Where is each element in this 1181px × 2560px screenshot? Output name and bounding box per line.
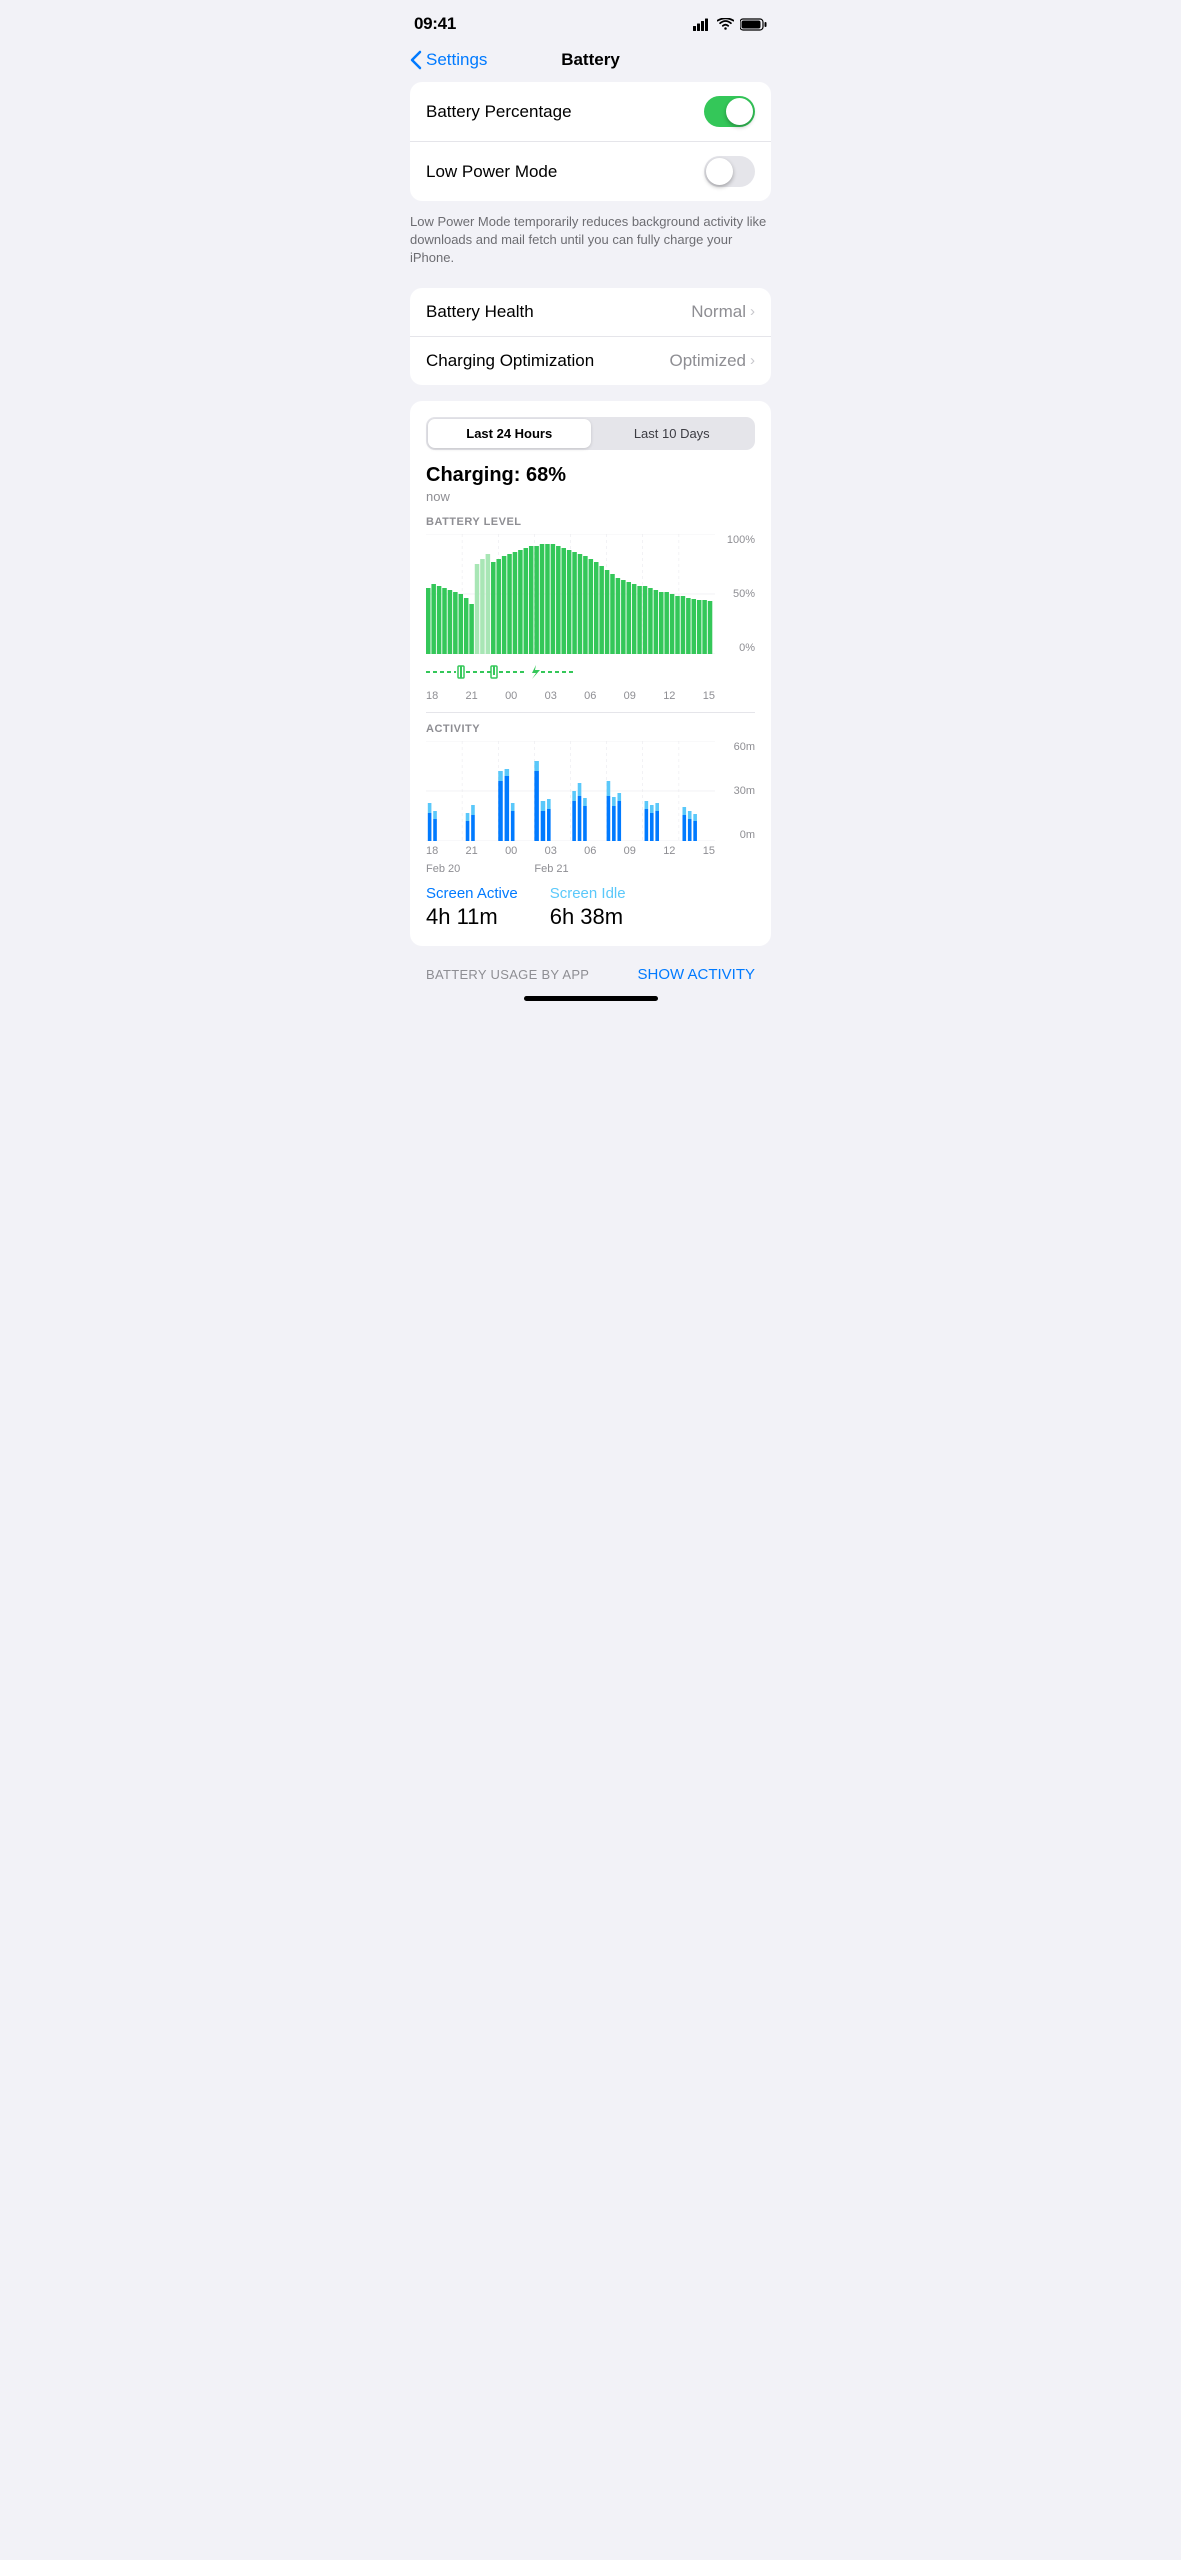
last-10-days-btn[interactable]: Last 10 Days — [591, 419, 754, 448]
home-indicator — [524, 996, 658, 1001]
activity-legend: Screen Active 4h 11m Screen Idle 6h 38m — [426, 885, 755, 930]
y-label-0m: 0m — [719, 829, 755, 841]
low-power-mode-toggle[interactable] — [704, 156, 755, 187]
x-label-09: 09 — [624, 690, 636, 702]
back-label: Settings — [426, 50, 487, 70]
screen-idle-value: 6h 38m — [550, 904, 626, 930]
x-label-12: 12 — [663, 690, 675, 702]
y-label-30m: 30m — [719, 785, 755, 797]
date-empty — [498, 863, 534, 875]
charging-optimization-right: Optimized › — [669, 351, 755, 371]
ax-label-06: 06 — [584, 845, 596, 857]
date-empty2 — [607, 863, 715, 875]
ax-label-21: 21 — [466, 845, 478, 857]
charging-percentage: Charging: 68% — [426, 464, 755, 487]
screen-active-label: Screen Active — [426, 885, 518, 902]
low-power-mode-row[interactable]: Low Power Mode — [410, 142, 771, 201]
time-period-toggle[interactable]: Last 24 Hours Last 10 Days — [426, 417, 755, 450]
x-label-03: 03 — [545, 690, 557, 702]
y-label-50: 50% — [719, 588, 755, 600]
nav-header: Settings Battery — [394, 42, 787, 82]
battery-health-card: Battery Health Normal › Charging Optimiz… — [410, 288, 771, 385]
date-feb21: Feb 21 — [534, 863, 606, 875]
status-bar: 09:41 — [394, 0, 787, 42]
screen-idle-label: Screen Idle — [550, 885, 626, 902]
activity-chart-container: 60m 30m 0m — [426, 741, 755, 841]
battery-icon — [740, 18, 767, 31]
y-label-100: 100% — [719, 534, 755, 546]
x-label-00: 00 — [505, 690, 517, 702]
toggle-knob — [726, 98, 753, 125]
ax-label-18: 18 — [426, 845, 438, 857]
battery-chart-container: 100% 50% 0% — [426, 534, 755, 654]
battery-percentage-row[interactable]: Battery Percentage — [410, 82, 771, 142]
charging-optimization-label: Charging Optimization — [426, 351, 594, 371]
low-power-description: Low Power Mode temporarily reduces backg… — [394, 209, 787, 280]
status-icons — [693, 18, 767, 31]
battery-chart-area — [426, 534, 715, 654]
low-power-mode-label: Low Power Mode — [426, 162, 557, 182]
date-feb20: Feb 20 — [426, 863, 498, 875]
x-label-15: 15 — [703, 690, 715, 702]
battery-health-value: Normal — [691, 302, 746, 322]
charging-optimization-row[interactable]: Charging Optimization Optimized › — [410, 337, 771, 385]
battery-y-labels: 100% 50% 0% — [719, 534, 755, 654]
screen-active-value: 4h 11m — [426, 904, 518, 930]
activity-y-labels: 60m 30m 0m — [719, 741, 755, 841]
charging-timeline — [426, 662, 646, 682]
chevron-right-icon: › — [750, 303, 755, 320]
status-time: 09:41 — [414, 14, 456, 34]
activity-label: ACTIVITY — [426, 723, 755, 735]
battery-usage-footer: BATTERY USAGE BY APP SHOW ACTIVITY — [410, 954, 771, 987]
battery-usage-label: BATTERY USAGE BY APP — [426, 967, 589, 982]
x-label-06: 06 — [584, 690, 596, 702]
charging-time: now — [426, 489, 755, 504]
x-label-18: 18 — [426, 690, 438, 702]
activity-chart — [426, 741, 715, 841]
date-labels-row: Feb 20 Feb 21 — [426, 863, 715, 875]
screen-active-legend: Screen Active 4h 11m — [426, 885, 518, 930]
ax-label-00: 00 — [505, 845, 517, 857]
activity-chart-area — [426, 741, 715, 841]
show-activity-button[interactable]: SHOW ACTIVITY — [637, 966, 755, 983]
last-24-hours-btn[interactable]: Last 24 Hours — [428, 419, 591, 448]
activity-x-labels: 18 21 00 03 06 09 12 15 — [426, 845, 715, 857]
y-label-60m: 60m — [719, 741, 755, 753]
ax-label-15: 15 — [703, 845, 715, 857]
ax-label-03: 03 — [545, 845, 557, 857]
battery-x-labels: 18 21 00 03 06 09 12 15 — [426, 690, 715, 702]
battery-health-row[interactable]: Battery Health Normal › — [410, 288, 771, 337]
back-button[interactable]: Settings — [410, 50, 487, 70]
battery-settings-card: Battery Percentage Low Power Mode — [410, 82, 771, 201]
page-title: Battery — [561, 50, 620, 70]
ax-label-09: 09 — [624, 845, 636, 857]
ax-label-12: 12 — [663, 845, 675, 857]
chevron-right-icon-2: › — [750, 352, 755, 369]
screen-idle-legend: Screen Idle 6h 38m — [550, 885, 626, 930]
battery-level-chart — [426, 534, 715, 654]
chart-divider — [426, 712, 755, 713]
battery-level-label: BATTERY LEVEL — [426, 516, 755, 528]
battery-health-right: Normal › — [691, 302, 755, 322]
charging-indicators-row — [426, 658, 715, 686]
x-label-21: 21 — [466, 690, 478, 702]
home-indicator-area — [394, 987, 787, 1017]
y-label-0: 0% — [719, 642, 755, 654]
toggle-knob-off — [706, 158, 733, 185]
usage-chart-card: Last 24 Hours Last 10 Days Charging: 68%… — [410, 401, 771, 946]
battery-percentage-toggle[interactable] — [704, 96, 755, 127]
signal-icon — [693, 18, 711, 31]
charging-optimization-value: Optimized — [669, 351, 746, 371]
wifi-icon — [717, 18, 734, 31]
battery-percentage-label: Battery Percentage — [426, 102, 572, 122]
battery-health-label: Battery Health — [426, 302, 534, 322]
